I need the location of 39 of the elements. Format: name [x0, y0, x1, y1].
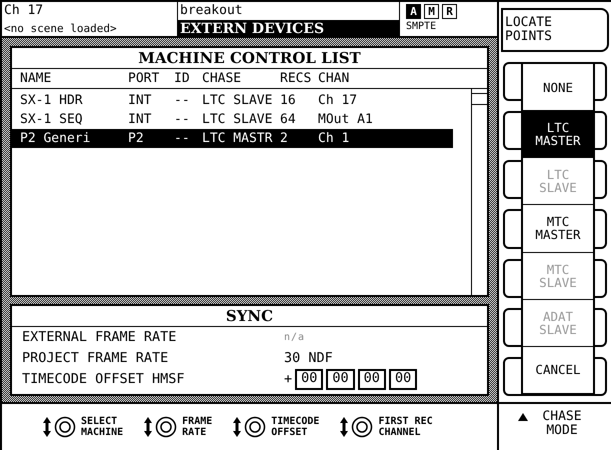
knob-label: TIMECODE OFFSET: [271, 416, 320, 438]
panel-title: MACHINE CONTROL LIST: [12, 48, 487, 69]
page-title: EXTERN DEVICES: [178, 20, 399, 38]
column-header: ID: [174, 70, 191, 88]
sign-label: +: [284, 370, 292, 389]
mode-indicator: M: [424, 4, 439, 19]
scene-label: <no scene loaded>: [3, 21, 118, 37]
mode-indicator: R: [442, 4, 457, 19]
mode-indicator: A: [406, 4, 421, 19]
setting-label: TIMECODE OFFSET HMSF: [22, 370, 186, 389]
chase-mode-label: CHASE MODE: [541, 410, 583, 440]
locate-points-button[interactable]: LOCATE POINTS: [501, 8, 609, 52]
setting-label: PROJECT FRAME RATE: [22, 349, 170, 368]
column-header: PORT: [128, 70, 160, 88]
up-triangle-icon: [518, 413, 528, 421]
column-header: NAME: [20, 70, 52, 88]
chase-option[interactable]: LTC MASTER: [523, 111, 593, 158]
scrollbar[interactable]: [471, 89, 487, 295]
sync-source-label: SMPTE: [405, 20, 438, 34]
machine-row[interactable]: P2 Generi P2 -- LTC MASTR 2 Ch 1: [12, 129, 453, 148]
setting-label: EXTERNAL FRAME RATE: [22, 328, 178, 347]
column-header: CHAN: [318, 70, 350, 88]
timecode-field[interactable]: 00: [388, 369, 418, 390]
knob-label: SELECT MACHINE: [81, 416, 124, 438]
timecode-field[interactable]: 00: [326, 369, 355, 390]
timecode-field[interactable]: 00: [358, 369, 386, 390]
panel-title: SYNC: [12, 306, 487, 327]
up-down-knob-icon: [42, 416, 78, 438]
column-header: CHASE: [202, 70, 242, 88]
setting-value: 30 NDF: [284, 349, 333, 368]
knob-label: FIRST REC CHANNEL: [378, 416, 433, 438]
column-header: RECS: [280, 70, 312, 88]
channel-label: Ch 17: [3, 2, 44, 20]
knob-label: FRAME RATE: [182, 416, 212, 438]
machine-row[interactable]: SX-1 HDR INT -- LTC SLAVE 16 Ch 17: [12, 91, 453, 110]
setting-value: n/a: [284, 331, 306, 345]
machine-row[interactable]: SX-1 SEQ INT -- LTC SLAVE 64 MOut A1: [12, 110, 453, 129]
project-name: breakout: [179, 2, 244, 20]
timecode-field[interactable]: 00: [295, 369, 324, 390]
